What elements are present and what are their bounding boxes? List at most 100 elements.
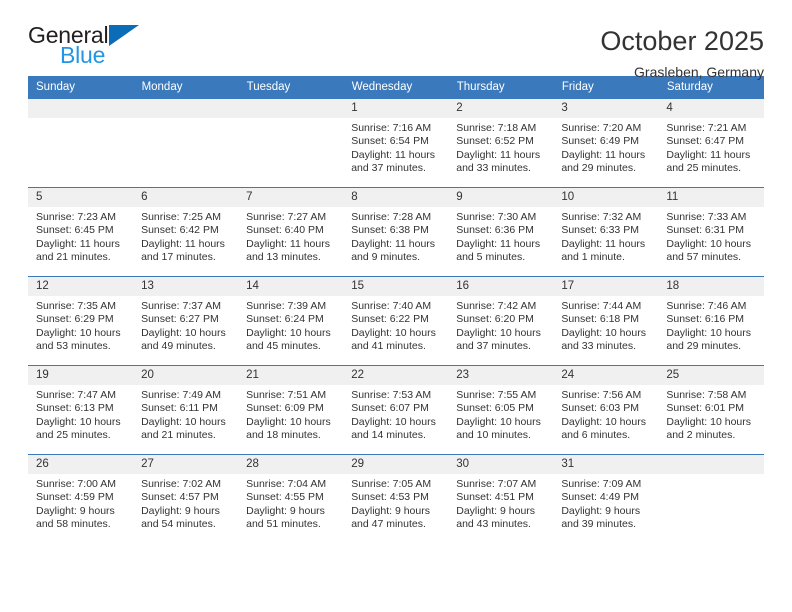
day-number: 12 — [28, 277, 134, 296]
day-number: 27 — [133, 455, 239, 474]
calendar-day-cell[interactable]: 7 Sunrise: 7:27 AM Sunset: 6:40 PM Daylig… — [238, 187, 344, 277]
calendar-day-cell[interactable]: 11 Sunrise: 7:33 AM Sunset: 6:31 PM Dayli… — [658, 187, 764, 277]
day-number: 13 — [133, 277, 239, 296]
day-number: 2 — [448, 99, 554, 118]
triangle-icon — [109, 25, 140, 46]
calendar-day-cell[interactable]: 9 Sunrise: 7:30 AM Sunset: 6:36 PM Daylig… — [448, 187, 554, 277]
location-subtitle: Grasleben, Germany — [634, 64, 764, 81]
sun-times-detail: Sunrise: 7:32 AM Sunset: 6:33 PM Dayligh… — [561, 211, 646, 264]
sun-times-detail: Sunrise: 7:55 AM Sunset: 6:05 PM Dayligh… — [456, 389, 541, 442]
sun-times-detail: Sunrise: 7:18 AM Sunset: 6:52 PM Dayligh… — [456, 122, 541, 175]
calendar-day-cell[interactable]: 1 Sunrise: 7:16 AM Sunset: 6:54 PM Daylig… — [343, 98, 449, 188]
calendar-day-cell[interactable]: 25 Sunrise: 7:58 AM Sunset: 6:01 PM Dayli… — [658, 365, 764, 455]
calendar-day-cell[interactable]: 24 Sunrise: 7:56 AM Sunset: 6:03 PM Dayli… — [553, 365, 659, 455]
calendar-day-cell[interactable]: 23 Sunrise: 7:55 AM Sunset: 6:05 PM Dayli… — [448, 365, 554, 455]
calendar-week-row: 19 Sunrise: 7:47 AM Sunset: 6:13 PM Dayli… — [28, 365, 764, 455]
sun-times-detail — [238, 118, 343, 122]
day-number: 20 — [133, 366, 239, 385]
calendar-day-cell[interactable]: 15 Sunrise: 7:40 AM Sunset: 6:22 PM Dayli… — [343, 276, 449, 366]
day-number: 21 — [238, 366, 344, 385]
day-number: 4 — [658, 99, 764, 118]
calendar-day-cell-empty — [238, 98, 344, 188]
day-number: 14 — [238, 277, 344, 296]
sun-times-detail: Sunrise: 7:09 AM Sunset: 4:49 PM Dayligh… — [561, 478, 642, 531]
sun-times-detail: Sunrise: 7:56 AM Sunset: 6:03 PM Dayligh… — [561, 389, 646, 442]
calendar-day-cell[interactable]: 16 Sunrise: 7:42 AM Sunset: 6:20 PM Dayli… — [448, 276, 554, 366]
day-number: 5 — [28, 188, 134, 207]
calendar-week-row: 26 Sunrise: 7:00 AM Sunset: 4:59 PM Dayli… — [28, 454, 764, 544]
day-number: 16 — [448, 277, 554, 296]
sun-times-detail: Sunrise: 7:00 AM Sunset: 4:59 PM Dayligh… — [36, 478, 116, 531]
day-number — [28, 99, 134, 118]
sun-times-detail: Sunrise: 7:23 AM Sunset: 6:45 PM Dayligh… — [36, 211, 120, 264]
calendar-day-cell[interactable]: 27 Sunrise: 7:02 AM Sunset: 4:57 PM Dayli… — [133, 454, 239, 544]
calendar-day-cell[interactable]: 4 Sunrise: 7:21 AM Sunset: 6:47 PM Daylig… — [658, 98, 764, 188]
sun-times-detail: Sunrise: 7:58 AM Sunset: 6:01 PM Dayligh… — [666, 389, 752, 442]
sun-times-detail: Sunrise: 7:27 AM Sunset: 6:40 PM Dayligh… — [246, 211, 330, 264]
sun-times-detail: Sunrise: 7:25 AM Sunset: 6:42 PM Dayligh… — [141, 211, 225, 264]
sun-times-detail — [28, 118, 133, 122]
day-number — [238, 99, 344, 118]
calendar-week-row: 12 Sunrise: 7:35 AM Sunset: 6:29 PM Dayli… — [28, 276, 764, 366]
sun-times-detail: Sunrise: 7:49 AM Sunset: 6:11 PM Dayligh… — [141, 389, 226, 442]
day-number: 24 — [553, 366, 659, 385]
sun-times-detail: Sunrise: 7:07 AM Sunset: 4:51 PM Dayligh… — [456, 478, 537, 531]
day-number: 23 — [448, 366, 554, 385]
day-number: 8 — [343, 188, 449, 207]
month-calendar: Sunday Monday Tuesday Wednesday Thursday… — [28, 76, 765, 544]
calendar-day-cell[interactable]: 14 Sunrise: 7:39 AM Sunset: 6:24 PM Dayli… — [238, 276, 344, 366]
calendar-day-cell[interactable]: 3 Sunrise: 7:20 AM Sunset: 6:49 PM Daylig… — [553, 98, 659, 188]
calendar-day-cell[interactable]: 12 Sunrise: 7:35 AM Sunset: 6:29 PM Dayli… — [28, 276, 134, 366]
calendar-day-cell[interactable]: 29 Sunrise: 7:05 AM Sunset: 4:53 PM Dayli… — [343, 454, 449, 544]
day-number: 30 — [448, 455, 554, 474]
sun-times-detail: Sunrise: 7:05 AM Sunset: 4:53 PM Dayligh… — [351, 478, 432, 531]
day-number: 31 — [553, 455, 659, 474]
day-number: 29 — [343, 455, 449, 474]
day-number: 22 — [343, 366, 449, 385]
sun-times-detail: Sunrise: 7:40 AM Sunset: 6:22 PM Dayligh… — [351, 300, 436, 353]
calendar-page: General Blue October 2025 Grasleben, Ger… — [0, 0, 792, 612]
calendar-day-cell[interactable]: 8 Sunrise: 7:28 AM Sunset: 6:38 PM Daylig… — [343, 187, 449, 277]
weekday-header-thursday: Thursday — [448, 76, 554, 99]
calendar-day-cell[interactable]: 17 Sunrise: 7:44 AM Sunset: 6:18 PM Dayli… — [553, 276, 659, 366]
day-number: 25 — [658, 366, 764, 385]
calendar-day-cell[interactable]: 6 Sunrise: 7:25 AM Sunset: 6:42 PM Daylig… — [133, 187, 239, 277]
calendar-day-cell[interactable]: 22 Sunrise: 7:53 AM Sunset: 6:07 PM Dayli… — [343, 365, 449, 455]
calendar-day-cell[interactable]: 18 Sunrise: 7:46 AM Sunset: 6:16 PM Dayli… — [658, 276, 764, 366]
day-number: 19 — [28, 366, 134, 385]
sun-times-detail: Sunrise: 7:46 AM Sunset: 6:16 PM Dayligh… — [666, 300, 752, 353]
calendar-day-cell[interactable]: 13 Sunrise: 7:37 AM Sunset: 6:27 PM Dayli… — [133, 276, 239, 366]
calendar-day-cell[interactable]: 26 Sunrise: 7:00 AM Sunset: 4:59 PM Dayli… — [28, 454, 134, 544]
day-number — [658, 455, 764, 474]
sun-times-detail — [133, 118, 238, 122]
weekday-header-tuesday: Tuesday — [238, 76, 344, 99]
calendar-day-cell[interactable]: 2 Sunrise: 7:18 AM Sunset: 6:52 PM Daylig… — [448, 98, 554, 188]
calendar-body: 1 Sunrise: 7:16 AM Sunset: 6:54 PM Daylig… — [28, 98, 764, 544]
calendar-day-cell-empty — [658, 454, 764, 544]
calendar-day-cell[interactable]: 28 Sunrise: 7:04 AM Sunset: 4:55 PM Dayli… — [238, 454, 344, 544]
sun-times-detail: Sunrise: 7:51 AM Sunset: 6:09 PM Dayligh… — [246, 389, 331, 442]
calendar-day-cell[interactable]: 31 Sunrise: 7:09 AM Sunset: 4:49 PM Dayli… — [553, 454, 659, 544]
calendar-day-cell[interactable]: 5 Sunrise: 7:23 AM Sunset: 6:45 PM Daylig… — [28, 187, 134, 277]
calendar-day-cell[interactable]: 10 Sunrise: 7:32 AM Sunset: 6:33 PM Dayli… — [553, 187, 659, 277]
day-number: 6 — [133, 188, 239, 207]
calendar-week-row: 5 Sunrise: 7:23 AM Sunset: 6:45 PM Daylig… — [28, 187, 764, 277]
sun-times-detail: Sunrise: 7:35 AM Sunset: 6:29 PM Dayligh… — [36, 300, 121, 353]
weekday-header-monday: Monday — [133, 76, 239, 99]
calendar-day-cell[interactable]: 21 Sunrise: 7:51 AM Sunset: 6:09 PM Dayli… — [238, 365, 344, 455]
day-number: 17 — [553, 277, 659, 296]
page-header: General Blue October 2025 Grasleben, Ger… — [28, 0, 764, 81]
day-number: 15 — [343, 277, 449, 296]
sun-times-detail: Sunrise: 7:02 AM Sunset: 4:57 PM Dayligh… — [141, 478, 222, 531]
day-number: 11 — [658, 188, 764, 207]
sun-times-detail: Sunrise: 7:39 AM Sunset: 6:24 PM Dayligh… — [246, 300, 331, 353]
calendar-day-cell[interactable]: 20 Sunrise: 7:49 AM Sunset: 6:11 PM Dayli… — [133, 365, 239, 455]
day-number: 1 — [343, 99, 449, 118]
calendar-day-cell[interactable]: 30 Sunrise: 7:07 AM Sunset: 4:51 PM Dayli… — [448, 454, 554, 544]
sun-times-detail: Sunrise: 7:44 AM Sunset: 6:18 PM Dayligh… — [561, 300, 646, 353]
calendar-day-cell-empty — [28, 98, 134, 188]
sun-times-detail — [658, 474, 763, 478]
sun-times-detail: Sunrise: 7:21 AM Sunset: 6:47 PM Dayligh… — [666, 122, 751, 175]
calendar-day-cell[interactable]: 19 Sunrise: 7:47 AM Sunset: 6:13 PM Dayli… — [28, 365, 134, 455]
general-blue-logo[interactable]: General Blue — [28, 24, 140, 67]
